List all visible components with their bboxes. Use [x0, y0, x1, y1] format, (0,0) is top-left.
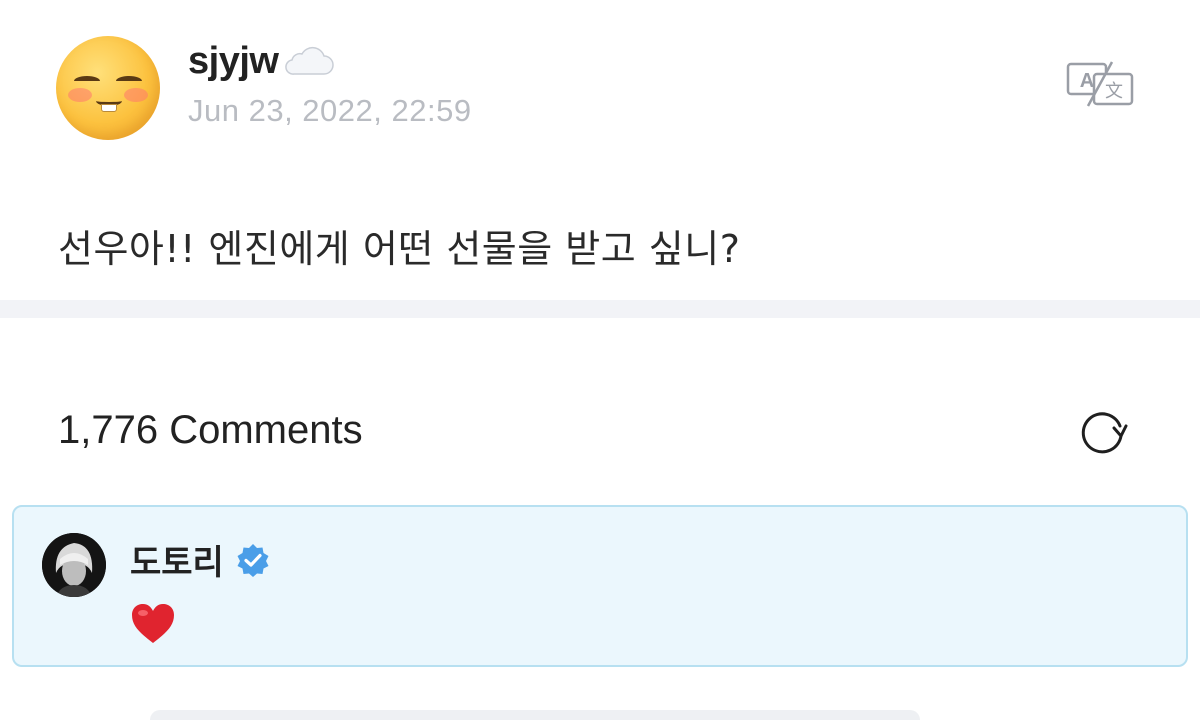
post-body: 선우아!! 엔진에게 어떤 선물을 받고 싶니? — [58, 227, 741, 271]
comment-author-name[interactable]: 도토리 — [130, 535, 224, 584]
svg-text:A: A — [1080, 70, 1094, 92]
cloud-icon — [285, 46, 335, 75]
avatar-cheek-right — [124, 88, 148, 102]
comment-author-avatar[interactable] — [42, 533, 106, 597]
svg-text:文: 文 — [1105, 81, 1123, 102]
comment-card[interactable]: 도토리 — [12, 505, 1188, 667]
author-row: sjyjw — [188, 40, 472, 83]
verified-badge-icon — [237, 543, 269, 577]
red-heart-emoji-icon — [132, 604, 174, 643]
post-header: sjyjw Jun 23, 2022, 22:59 A 文 — [56, 36, 1144, 140]
avatar-eye-right — [116, 76, 142, 86]
avatar-teeth — [101, 104, 117, 112]
post-page: sjyjw Jun 23, 2022, 22:59 A 文 선우아!! 엔진에게… — [0, 0, 1200, 720]
section-divider — [0, 300, 1200, 318]
avatar-photo — [42, 533, 106, 597]
author-avatar[interactable] — [56, 36, 160, 140]
comments-count: 1,776 Comments — [58, 408, 363, 452]
author-block: sjyjw Jun 23, 2022, 22:59 — [188, 36, 472, 129]
avatar-eye-left — [74, 76, 100, 86]
avatar-cheek-left — [68, 88, 92, 102]
reply-input-stub[interactable] — [150, 710, 920, 720]
post-date: Jun 23, 2022, 22:59 — [188, 93, 472, 128]
comment-author-row: 도토리 — [130, 535, 270, 584]
translate-icon[interactable]: A 文 — [1064, 60, 1136, 108]
author-name[interactable]: sjyjw — [188, 40, 279, 83]
refresh-icon[interactable] — [1074, 404, 1130, 460]
